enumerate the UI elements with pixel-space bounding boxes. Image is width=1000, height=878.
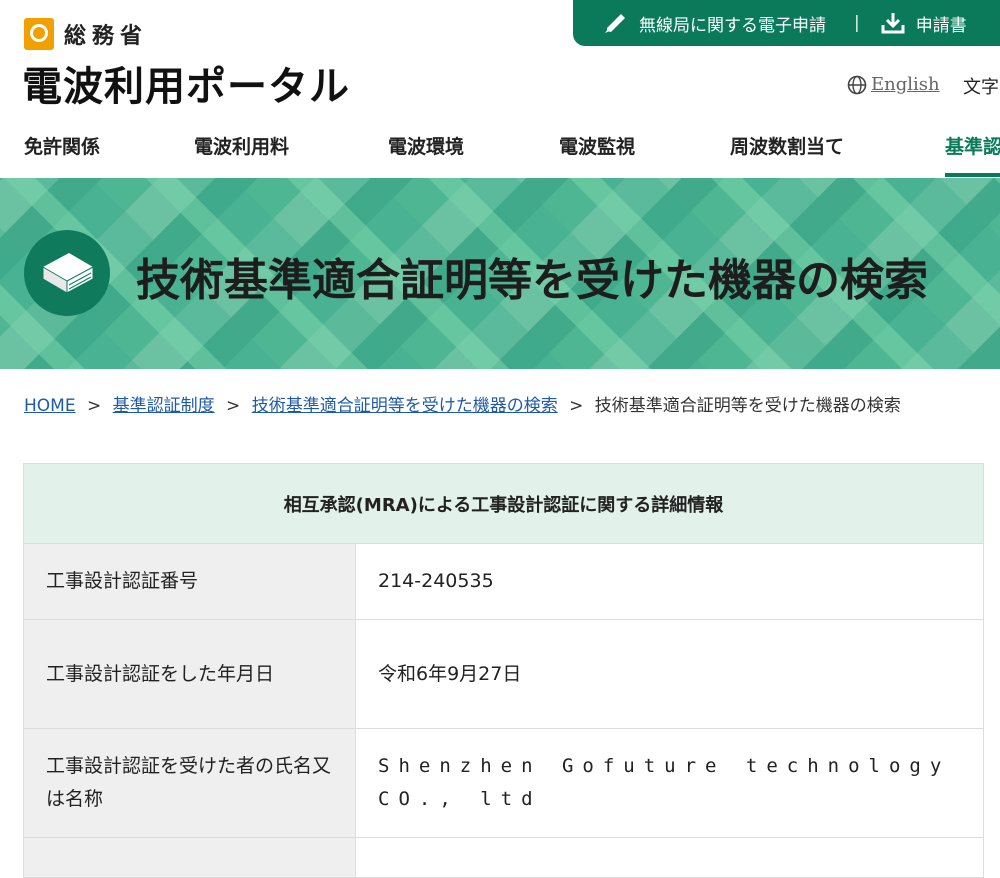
certificate-holder-label: 工事設計認証を受けた者の氏名又は名称 [23,728,356,838]
top-bar-divider: | [854,13,860,33]
breadcrumb: HOME > 基準認証制度 > 技術基準適合証明等を受けた機器の検索 > 技術基… [24,391,901,416]
certification-number-label: 工事設計認証番号 [23,543,356,620]
pen-icon [605,14,625,33]
english-label[interactable]: English [871,74,940,95]
ministry-logo[interactable]: 総務省 [24,18,148,50]
application-form-link[interactable]: 申請書 [880,11,967,36]
top-service-bar: 無線局に関する電子申請 | 申請書 [573,0,1000,46]
next-row-label [23,837,356,878]
breadcrumb-current: 技術基準適合証明等を受けた機器の検索 [594,396,901,416]
e-application-label: 無線局に関する電子申請 [639,15,826,36]
certification-date-label: 工事設計認証をした年月日 [23,619,356,729]
book-icon [24,230,110,316]
breadcrumb-home[interactable]: HOME [24,396,76,416]
detail-table-caption: 相互承認(MRA)による工事設計認証に関する詳細情報 [23,463,984,544]
table-row [23,837,984,878]
nav-item-certification[interactable]: 基準認 [945,132,1000,159]
nav-item-license[interactable]: 免許関係 [24,132,100,159]
table-row: 工事設計認証番号 214-240535 [23,543,984,620]
certificate-holder-value: Shenzhen Gofuture technology CO., ltd [355,728,984,838]
table-row: 工事設計認証をした年月日 令和6年9月27日 [23,619,984,729]
nav-item-usage-fee[interactable]: 電波利用料 [194,132,289,159]
breadcrumb-search[interactable]: 技術基準適合証明等を受けた機器の検索 [252,396,558,416]
nav-item-monitoring[interactable]: 電波監視 [559,132,635,159]
download-icon [881,13,905,34]
detail-table: 相互承認(MRA)による工事設計認証に関する詳細情報 工事設計認証番号 214-… [23,463,984,878]
font-size-label: 文字 [963,77,999,98]
breadcrumb-separator: > [226,396,241,416]
certification-date-value: 令和6年9月27日 [355,619,984,729]
page-title: 技術基準適合証明等を受けた機器の検索 [136,255,928,306]
page-banner: 技術基準適合証明等を受けた機器の検索 [0,178,1000,369]
portal-title[interactable]: 電波利用ポータル [22,54,350,112]
english-link[interactable]: English [847,74,940,95]
breadcrumb-separator: > [86,396,102,416]
nav-item-environment[interactable]: 電波環境 [388,132,464,159]
application-form-label: 申請書 [915,15,967,36]
global-nav: 免許関係 電波利用料 電波環境 電波監視 周波数割当て 基準認 [0,120,1000,178]
next-row-value [355,837,984,878]
globe-icon [847,75,867,94]
ministry-emblem-icon [24,18,54,50]
breadcrumb-certification[interactable]: 基準認証制度 [113,396,215,416]
nav-active-indicator [945,173,1000,177]
breadcrumb-separator: > [569,396,584,416]
ministry-name: 総務省 [64,24,149,49]
nav-item-frequency[interactable]: 周波数割当て [730,132,844,159]
e-application-link[interactable]: 無線局に関する電子申請 [603,11,826,36]
certification-number-value: 214-240535 [355,543,984,620]
table-row: 工事設計認証を受けた者の氏名又は名称 Shenzhen Gofuture tec… [23,728,984,838]
